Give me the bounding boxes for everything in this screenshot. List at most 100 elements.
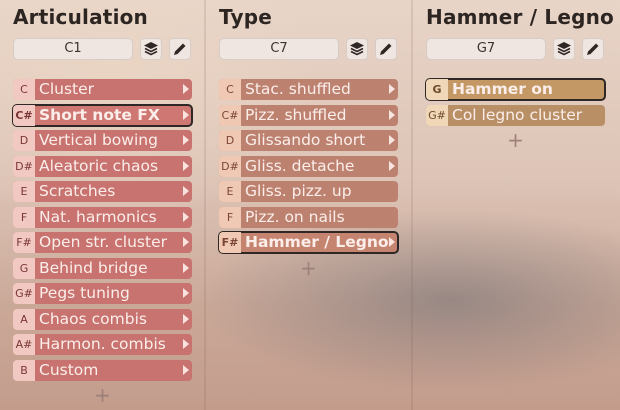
list-item[interactable]: F Nat. harmonics: [13, 206, 192, 228]
key-badge: F#: [13, 232, 35, 253]
edit-button[interactable]: [375, 38, 397, 60]
list-item[interactable]: F# Hammer / Legno: [218, 231, 399, 254]
item-label: Cluster: [39, 80, 95, 98]
chevron-right-icon[interactable]: [183, 364, 189, 375]
layers-button[interactable]: [553, 38, 575, 60]
key-badge: D: [219, 130, 241, 151]
item-label: Pegs tuning: [39, 284, 130, 302]
edit-button[interactable]: [582, 38, 604, 60]
hammer-legno-column: Hammer / Legno G7 G Hammer on G# Col legno …: [413, 0, 620, 410]
item-label: Open str. cluster: [39, 233, 167, 251]
list-item[interactable]: A# Harmon. combis: [13, 334, 192, 355]
item-label: Nat. harmonics: [39, 207, 157, 226]
type-list: C Stac. shuffled C# Pizz. shuffled D Glissand…: [218, 79, 399, 278]
item-label: Hammer on: [452, 80, 553, 98]
chevron-right-icon[interactable]: [389, 109, 395, 120]
list-item[interactable]: G# Col legno cluster: [426, 104, 605, 126]
key-badge: G#: [13, 283, 35, 304]
list-item[interactable]: C Stac. shuffled: [219, 79, 398, 100]
chevron-right-icon[interactable]: [183, 288, 189, 298]
chevron-right-icon[interactable]: [183, 262, 189, 273]
key-switch-field[interactable]: C7: [219, 38, 339, 60]
key-badge: D#: [219, 155, 241, 177]
add-item-button[interactable]: +: [426, 130, 605, 150]
chevron-right-icon[interactable]: [389, 160, 395, 171]
item-label: Harmon. combis: [39, 335, 166, 353]
add-item-button[interactable]: +: [219, 258, 398, 278]
list-item[interactable]: F Pizz. on nails: [219, 206, 398, 228]
chevron-right-icon[interactable]: [183, 84, 189, 94]
item-label: Aleatoric chaos: [39, 156, 159, 175]
list-item[interactable]: D# Gliss. detache: [219, 155, 398, 177]
layers-icon: [144, 42, 158, 56]
key-badge: E: [219, 181, 241, 202]
column-title: Type: [219, 5, 272, 29]
key-badge: A#: [13, 334, 35, 355]
chevron-right-icon[interactable]: [183, 160, 189, 171]
layers-icon: [557, 42, 571, 56]
chevron-right-icon[interactable]: [183, 237, 189, 247]
list-item[interactable]: D# Aleatoric chaos: [13, 155, 192, 177]
key-badge: C: [219, 79, 241, 100]
list-item[interactable]: B Custom: [13, 359, 192, 381]
key-badge: G: [13, 257, 35, 279]
pencil-icon: [380, 43, 392, 55]
key-badge: C#: [219, 104, 241, 126]
list-item[interactable]: G# Pegs tuning: [13, 283, 192, 304]
key-badge: B: [13, 359, 35, 381]
list-item[interactable]: D Glissando short: [219, 130, 398, 151]
chevron-right-icon[interactable]: [183, 109, 189, 120]
pencil-icon: [587, 43, 599, 55]
list-item[interactable]: E Gliss. pizz. up: [219, 181, 398, 202]
key-badge: G#: [426, 104, 448, 126]
list-item[interactable]: E Scratches: [13, 181, 192, 202]
chevron-right-icon[interactable]: [183, 313, 189, 324]
chevron-right-icon[interactable]: [183, 186, 189, 196]
chevron-right-icon[interactable]: [389, 84, 395, 94]
layers-icon: [350, 42, 364, 56]
chevron-right-icon[interactable]: [183, 135, 189, 145]
item-label: Vertical bowing: [39, 131, 158, 149]
item-label: Glissando short: [245, 131, 366, 149]
hammer-legno-list: G Hammer on G# Col legno cluster +: [425, 78, 606, 150]
list-item[interactable]: C# Pizz. shuffled: [219, 104, 398, 126]
key-badge: A: [13, 308, 35, 330]
item-label: Gliss. pizz. up: [245, 182, 352, 200]
chevron-right-icon[interactable]: [183, 211, 189, 222]
articulation-column: Articulation C1 C Cluster C# Short note FX D…: [0, 0, 204, 410]
item-label: Scratches: [39, 182, 116, 200]
articulation-list: C Cluster C# Short note FX D Vertical bowing D…: [12, 79, 193, 405]
list-item[interactable]: F# Open str. cluster: [13, 232, 192, 253]
pencil-icon: [174, 43, 186, 55]
item-label: Short note FX: [39, 105, 160, 124]
key-switch-field[interactable]: G7: [426, 38, 546, 60]
key-switch-field[interactable]: C1: [13, 38, 133, 60]
chevron-right-icon[interactable]: [183, 339, 189, 349]
chevron-right-icon[interactable]: [389, 135, 395, 145]
item-label: Chaos combis: [39, 309, 147, 328]
item-label: Behind bridge: [39, 258, 148, 277]
column-title: Hammer / Legno: [426, 5, 614, 29]
item-label: Hammer / Legno: [245, 233, 389, 251]
layers-button[interactable]: [140, 38, 162, 60]
key-badge: F: [13, 206, 35, 228]
column-title: Articulation: [13, 5, 148, 29]
layers-button[interactable]: [346, 38, 368, 60]
item-label: Pizz. shuffled: [245, 105, 347, 124]
edit-button[interactable]: [169, 38, 191, 60]
list-item[interactable]: G Hammer on: [425, 78, 606, 101]
list-item[interactable]: C Cluster: [13, 79, 192, 100]
chevron-right-icon[interactable]: [389, 237, 395, 247]
list-item[interactable]: C# Short note FX: [12, 103, 193, 127]
list-item[interactable]: G Behind bridge: [13, 257, 192, 279]
key-badge: F#: [219, 232, 241, 253]
list-item[interactable]: D Vertical bowing: [13, 130, 192, 151]
key-badge: D#: [13, 155, 35, 177]
key-badge: C: [13, 79, 35, 100]
add-item-button[interactable]: +: [13, 385, 192, 405]
key-badge: F: [219, 206, 241, 228]
item-label: Custom: [39, 360, 99, 379]
list-item[interactable]: A Chaos combis: [13, 308, 192, 330]
type-column: Type C7 C Stac. shuffled C# Pizz. shuffled D…: [206, 0, 411, 410]
item-label: Stac. shuffled: [245, 80, 351, 98]
